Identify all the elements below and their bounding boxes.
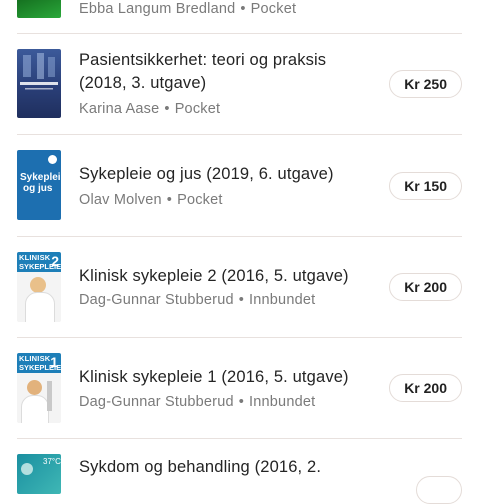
divider (17, 33, 462, 34)
listing-meta: Karina Aase • Pocket (79, 100, 220, 118)
separator-dot: • (240, 1, 246, 17)
listing-meta: Ebba Langum Bredland • Pocket (79, 0, 296, 18)
price-button[interactable]: Kr 200 (389, 374, 462, 402)
separator-dot: • (164, 101, 170, 117)
listing-title[interactable]: Klinisk sykepleie 1 (2016, 5. utgave) (79, 366, 369, 389)
cover-label: 37°C (43, 457, 61, 466)
book-format: Pocket (177, 192, 223, 208)
cover-label: KLINISK (19, 253, 51, 262)
book-cover-icon: Sykepleie og jus (17, 150, 61, 220)
book-cover-icon: KLINISK SYKEPLEIE 1 (17, 353, 61, 423)
cover-number: 2 (51, 253, 59, 269)
listing-title[interactable]: Klinisk sykepleie 2 (2016, 5. utgave) (79, 265, 369, 288)
listing-meta: Dag-Gunnar Stubberud • Innbundet (79, 291, 315, 309)
book-format: Innbundet (249, 394, 316, 410)
book-cover-icon: 37°C (17, 454, 61, 494)
book-format: Pocket (250, 1, 297, 17)
listing-title[interactable]: Sykepleie og jus (2019, 6. utgave) (79, 163, 369, 186)
book-cover-icon: KLINISK SYKEPLEIE 2 (17, 252, 61, 322)
author-name: Dag-Gunnar Stubberud (79, 394, 234, 410)
price-button[interactable]: Kr 200 (389, 273, 462, 301)
listing-title[interactable]: Sykdom og behandling (2016, 2. (79, 456, 369, 479)
author-name: Karina Aase (79, 101, 160, 117)
book-cover-icon (17, 0, 61, 18)
author-name: Ebba Langum Bredland (79, 1, 236, 17)
book-format: Innbundet (249, 292, 316, 308)
listing-title[interactable]: Pasientsikkerhet: teori og praksis (2018… (79, 49, 369, 95)
separator-dot: • (238, 292, 245, 308)
price-button[interactable]: Kr 250 (389, 70, 462, 98)
author-name: Dag-Gunnar Stubberud (79, 292, 234, 308)
divider (17, 337, 462, 338)
cover-label: Sykepleie (20, 172, 61, 183)
cover-label: KLINISK (19, 354, 51, 363)
separator-dot: • (166, 192, 173, 208)
divider (17, 134, 462, 135)
price-button[interactable]: Kr 150 (389, 172, 462, 200)
cover-number: 1 (50, 354, 58, 370)
price-button[interactable] (416, 476, 462, 504)
cover-label: og jus (23, 183, 53, 194)
book-format: Pocket (174, 101, 221, 117)
divider (17, 438, 462, 439)
divider (17, 236, 462, 237)
separator-dot: • (238, 394, 245, 410)
author-name: Olav Molven (79, 192, 162, 208)
book-cover-icon (17, 49, 61, 118)
listing-meta: Olav Molven • Pocket (79, 191, 223, 209)
listing-meta: Dag-Gunnar Stubberud • Innbundet (79, 393, 315, 411)
